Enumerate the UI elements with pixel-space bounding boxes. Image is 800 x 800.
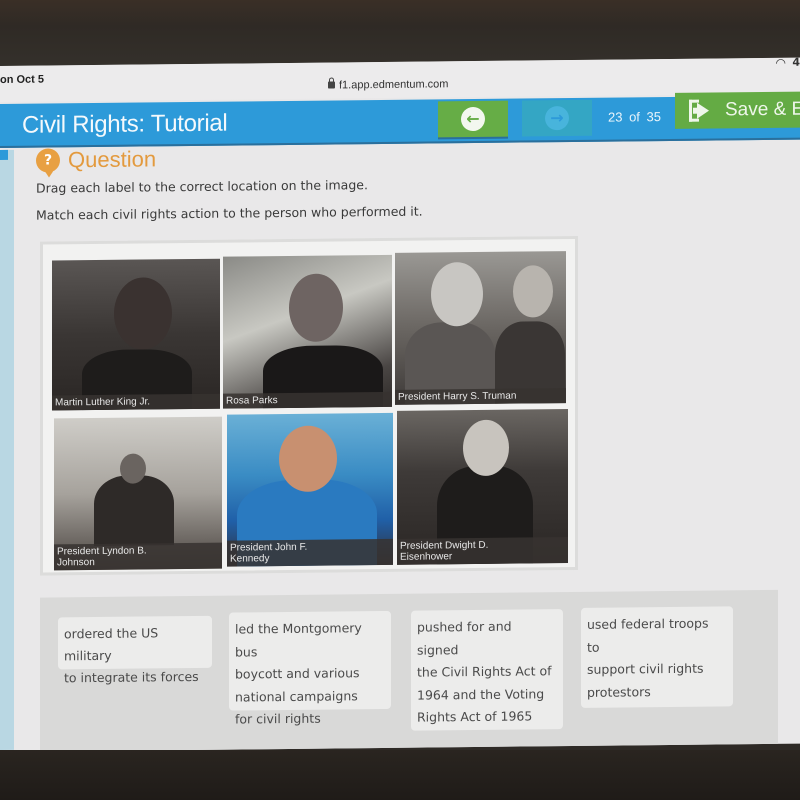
photo-caption: President John F. Kennedy [227,538,393,567]
figure-face [463,419,509,477]
photo-martin-luther-king[interactable]: Martin Luther King Jr. [52,258,220,411]
photo-harry-truman[interactable]: President Harry S. Truman [395,251,566,405]
wifi-icon: ◠ [775,57,786,70]
figure-face [289,273,343,342]
device-bezel-top [0,0,800,66]
app-header: Civil Rights: Tutorial ← → 23 of 35 Save… [0,91,800,148]
photo-rosa-parks[interactable]: Rosa Parks [223,254,392,409]
save-exit-button[interactable]: Save & Ex [675,91,800,129]
url-bar[interactable]: f1.app.edmentum.com [328,78,448,91]
status-date: on Oct 5 [0,73,45,86]
instruction-match: Match each civil rights action to the pe… [36,203,423,223]
arrow-left-circle-icon: ← [461,106,485,132]
drop-target-image[interactable]: Martin Luther King Jr. Rosa Parks Presid… [40,235,578,576]
arrow-right-circle-icon: → [545,106,569,131]
photo-caption: President Harry S. Truman [395,388,566,405]
question-heading: ? Question [36,146,156,173]
drag-label-military-integration[interactable]: ordered the US military to integrate its… [58,615,212,685]
drag-label-civil-rights-act[interactable]: pushed for and signed the Civil Rights A… [411,609,563,731]
figure-face [431,261,483,327]
battery-level: 4 [792,57,800,69]
figure-body [94,475,174,547]
photo-john-kennedy[interactable]: President John F. Kennedy [227,412,393,567]
left-rail [0,149,14,750]
photo-caption: President Dwight D. Eisenhower [397,537,568,565]
exit-door-icon [689,99,717,122]
url-text: f1.app.edmentum.com [339,78,449,92]
figure-face [279,425,337,493]
drag-label-federal-troops[interactable]: used federal troops to support civil rig… [581,606,733,708]
drag-label-montgomery-boycott[interactable]: led the Montgomery bus boycott and vario… [229,610,391,727]
figure-face [114,277,172,350]
previous-button[interactable]: ← [438,100,508,138]
figure-face [120,453,146,484]
question-label: Question [68,146,157,173]
photo-lyndon-johnson[interactable]: President Lyndon B. Johnson [54,416,222,571]
photo-caption: President Lyndon B. Johnson [54,542,222,571]
instruction-drag: Drag each label to the correct location … [36,177,368,196]
save-exit-label: Save & Ex [725,98,800,121]
left-rail-indicator [0,149,8,160]
question-mark-icon: ? [36,148,60,173]
browser-screen: on Oct 5 f1.app.edmentum.com ◠ 4 Civil R… [0,57,800,752]
photo-caption: Martin Luther King Jr. [52,393,220,411]
photo-dwight-eisenhower[interactable]: President Dwight D. Eisenhower [397,409,568,565]
photo-caption: Rosa Parks [223,391,392,409]
figure-face [513,265,553,318]
labels-tray: ordered the US military to integrate its… [40,589,778,752]
page-counter: 23 of 35 [608,109,661,125]
next-button[interactable]: → [522,99,592,137]
lock-icon [328,81,335,89]
device-bezel-bottom [0,750,800,800]
page-title: Civil Rights: Tutorial [22,109,228,139]
